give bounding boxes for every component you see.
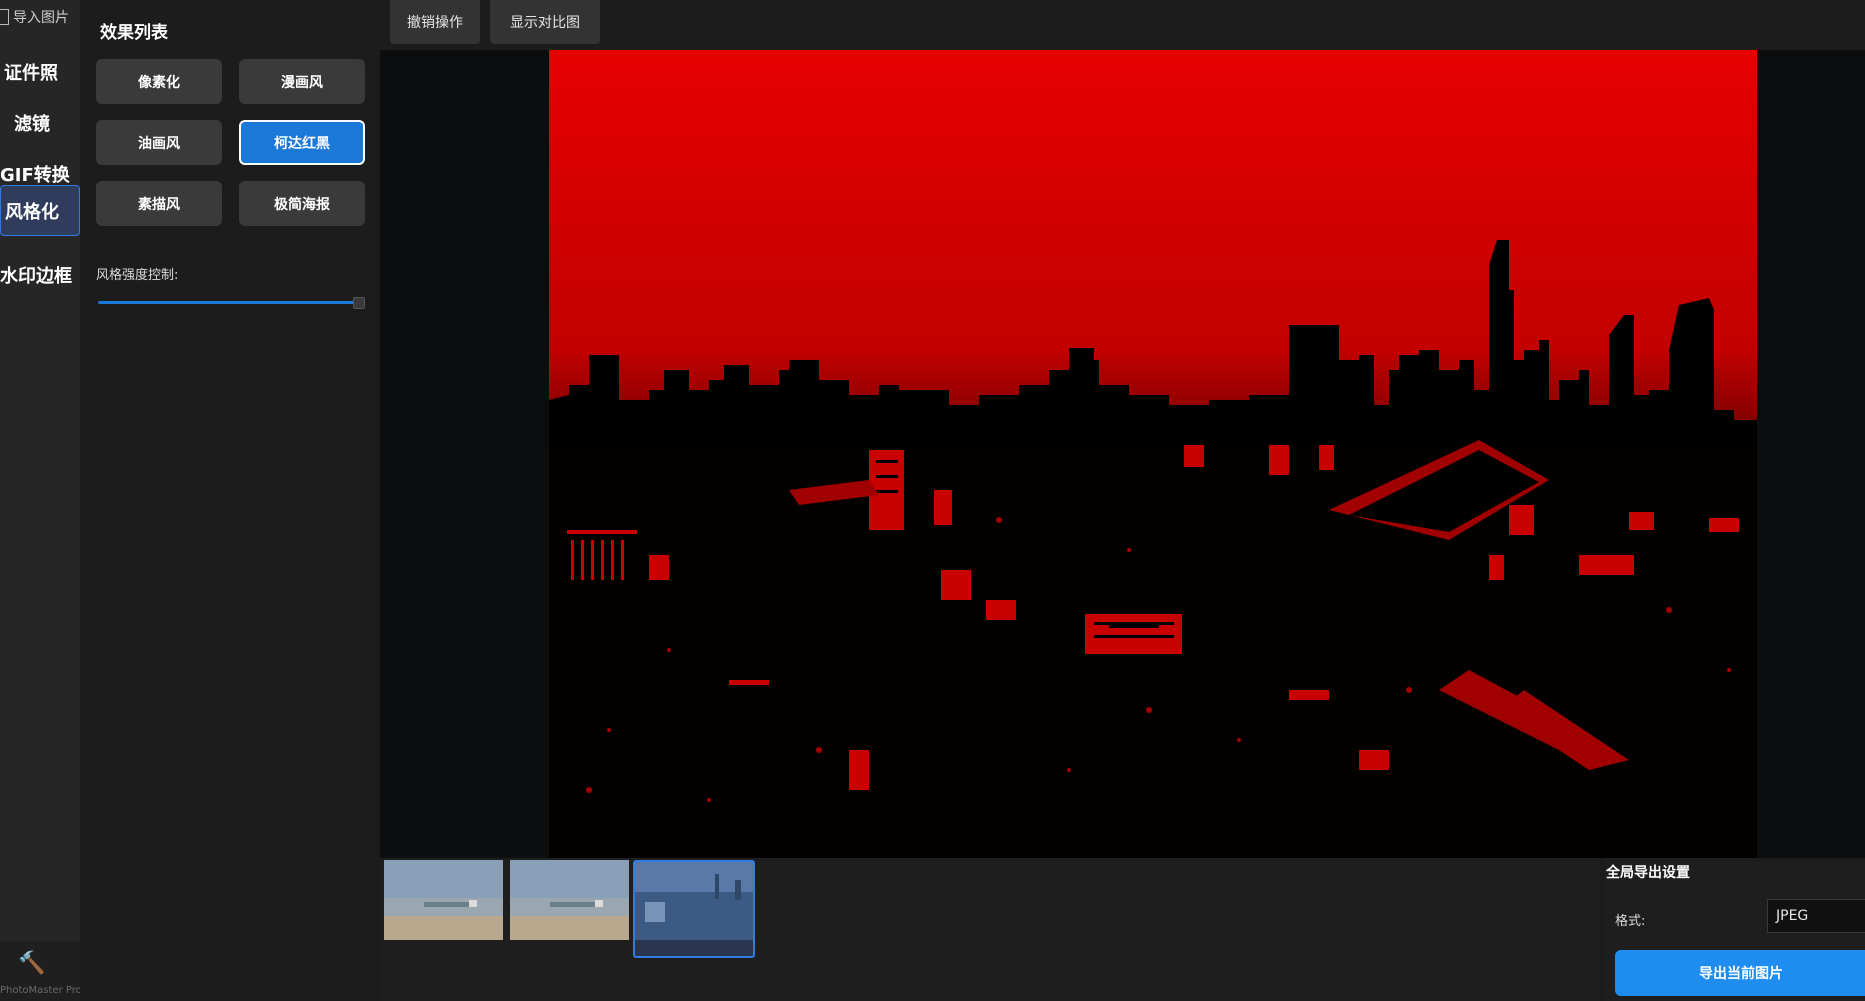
nav-item-label: 水印边框 bbox=[0, 266, 72, 287]
nav-item-label: 风格化 bbox=[5, 201, 59, 223]
nav-item-stylize[interactable]: 风格化 bbox=[0, 185, 80, 236]
format-select[interactable]: JPEG bbox=[1767, 899, 1865, 933]
import-image-button[interactable]: 导入图片 bbox=[0, 0, 80, 34]
export-current-image-button[interactable]: 导出当前图片 bbox=[1615, 950, 1865, 996]
city-skyline-thumbnail-image bbox=[635, 862, 753, 940]
effect-button-minimal-poster[interactable]: 极简海报 bbox=[239, 181, 365, 226]
filmstrip bbox=[380, 858, 1600, 1001]
strength-slider-track[interactable] bbox=[98, 301, 364, 304]
effects-panel: 效果列表 像素化 漫画风 油画风 柯达红黑 素描风 极简海报 风格强度控制: bbox=[80, 0, 380, 1001]
import-label: 导入图片 bbox=[13, 10, 69, 26]
effect-button-comic[interactable]: 漫画风 bbox=[239, 59, 365, 104]
undo-button[interactable]: 撤销操作 bbox=[390, 0, 480, 44]
canvas-area bbox=[380, 50, 1865, 858]
nav-item-id-photo[interactable]: 证件照 bbox=[4, 44, 84, 100]
effect-button-oil-painting[interactable]: 油画风 bbox=[96, 120, 222, 165]
thumbnail-2[interactable] bbox=[510, 860, 629, 940]
nav-footer: 🔨 PhotoMaster Pro bbox=[0, 941, 80, 1001]
thumbnail-3-selected[interactable] bbox=[633, 860, 755, 958]
left-nav: 导入图片 证件照 滤镜 GIF转换 风格化 水印边框 🔨 PhotoMaster… bbox=[0, 0, 80, 1001]
effect-button-kodak-red-black[interactable]: 柯达红黑 bbox=[239, 120, 365, 165]
nav-item-label: 滤镜 bbox=[14, 114, 50, 135]
nav-item-watermark[interactable]: 水印边框 bbox=[0, 247, 80, 303]
strength-label: 风格强度控制: bbox=[96, 268, 179, 283]
beach-pier-thumbnail-image bbox=[384, 860, 503, 940]
effects-title: 效果列表 bbox=[100, 23, 168, 43]
nav-item-label: GIF转换 bbox=[0, 165, 70, 186]
effect-button-sketch[interactable]: 素描风 bbox=[96, 181, 222, 226]
image-preview[interactable] bbox=[549, 50, 1757, 858]
effect-button-pixelate[interactable]: 像素化 bbox=[96, 59, 222, 104]
thumbnail-1[interactable] bbox=[384, 860, 503, 940]
export-settings-title: 全局导出设置 bbox=[1606, 865, 1690, 881]
nav-item-label: 证件照 bbox=[4, 63, 58, 84]
format-label: 格式: bbox=[1615, 914, 1646, 929]
app-name: PhotoMaster Pro bbox=[0, 985, 80, 996]
import-icon bbox=[0, 9, 9, 25]
strength-slider-handle[interactable] bbox=[353, 297, 365, 309]
hammer-icon: 🔨 bbox=[18, 951, 46, 976]
export-settings-panel: 全局导出设置 格式: JPEG 导出当前图片 bbox=[1605, 858, 1865, 1001]
compare-button[interactable]: 显示对比图 bbox=[490, 0, 600, 44]
kodak-red-black-city-image bbox=[549, 50, 1757, 858]
beach-pier-thumbnail-image bbox=[510, 860, 629, 940]
top-toolbar: 撤销操作 显示对比图 bbox=[380, 0, 1865, 51]
